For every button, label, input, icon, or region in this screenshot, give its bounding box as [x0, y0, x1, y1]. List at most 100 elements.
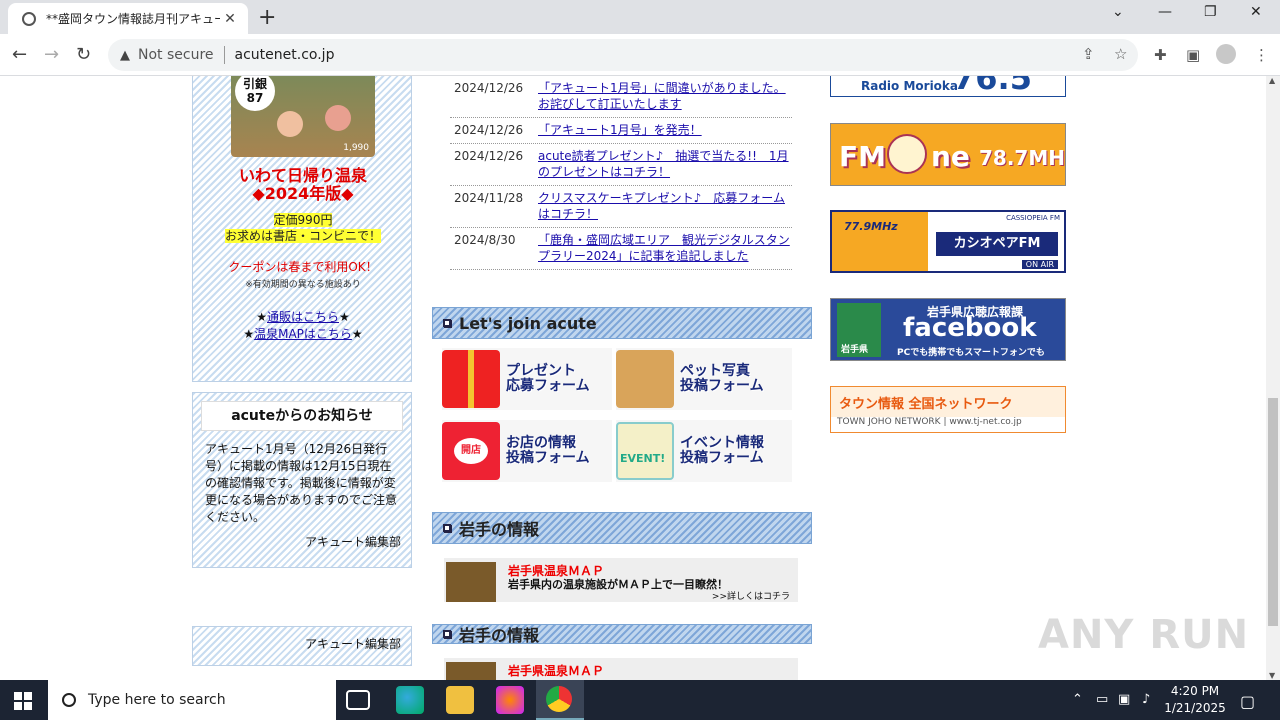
- network-icon[interactable]: ▣: [1118, 692, 1130, 707]
- form-label: お店の情報: [506, 435, 576, 451]
- windows-start-icon[interactable]: [14, 692, 32, 710]
- section-title: 岩手の情報: [459, 520, 540, 539]
- shop-info-form-button[interactable]: 開店 お店の情報 投稿フォーム: [442, 420, 612, 482]
- magazine-cover-image[interactable]: 引銀 87 1,990: [231, 76, 375, 157]
- back-arrow-icon[interactable]: ←: [12, 44, 27, 65]
- form-label: 応募フォーム: [506, 378, 590, 394]
- close-window-button[interactable]: ✕: [1250, 4, 1262, 20]
- news-date: 2024/11/28: [454, 191, 524, 205]
- edge-browser-icon[interactable]: [396, 686, 424, 714]
- browser-tab[interactable]: **盛岡タウン情報誌月刊アキュート** ✕: [8, 3, 248, 34]
- news-date: 2024/12/26: [454, 81, 524, 95]
- iwate-facebook-banner[interactable]: 岩手県 岩手県広聴広報課 facebook PCでも携帯でもスマートフォンでも: [830, 298, 1066, 361]
- profile-avatar[interactable]: [1216, 44, 1236, 64]
- pet-photo-form-button[interactable]: ペット写真 投稿フォーム: [616, 348, 792, 410]
- url-text[interactable]: acutenet.co.jp: [235, 47, 335, 63]
- tray-device-icon[interactable]: ▭: [1096, 692, 1108, 707]
- icon-text: EVENT!: [620, 452, 666, 465]
- section-header-join: Let's join acute: [432, 307, 812, 339]
- form-label: イベント情報: [680, 435, 764, 451]
- present-form-button[interactable]: プレゼント 応募フォーム: [442, 348, 612, 410]
- taskbar-search-box[interactable]: Type here to search: [48, 680, 336, 720]
- star-icon: ★: [339, 310, 350, 324]
- onsen-map-link[interactable]: 温泉MAPはこちら: [254, 327, 352, 341]
- news-link[interactable]: 「アキュート1月号」を発売！: [538, 122, 702, 138]
- scrollbar-thumb[interactable]: [1268, 398, 1278, 626]
- section-title: 岩手の情報: [459, 626, 540, 644]
- system-clock[interactable]: 4:20 PM 1/21/2025: [1164, 683, 1226, 717]
- onsen-banner-subtitle: 岩手県内の温泉施設がＭＡＰ上で一目瞭然！: [508, 578, 728, 591]
- security-label[interactable]: Not secure: [138, 47, 214, 63]
- square-bullet-icon: [443, 319, 451, 327]
- side-panel-icon[interactable]: ▣: [1186, 46, 1200, 64]
- fmone-fm: FM: [839, 140, 886, 173]
- radio-frequency: 76.5: [953, 76, 1032, 97]
- new-tab-button[interactable]: +: [258, 5, 276, 30]
- shop-opening-icon: 開店: [442, 422, 500, 480]
- cassiopeia-name: カシオペアFM: [936, 232, 1058, 256]
- share-icon[interactable]: ⇪: [1082, 45, 1095, 63]
- task-view-icon[interactable]: [346, 690, 370, 710]
- tj-subtitle: TOWN JOHO NETWORK | www.tj-net.co.jp: [837, 417, 1022, 427]
- search-placeholder: Type here to search: [88, 692, 226, 708]
- tray-chevron-icon[interactable]: ⌃: [1072, 692, 1083, 707]
- browser-toolbar: ← → ↻ ▲ Not secure acutenet.co.jp ⇪ ☆ ✚ …: [0, 34, 1280, 76]
- news-item: 2024/12/26 acute読者プレゼント♪ 抽選で当たる!! 1月のプレゼ…: [450, 144, 792, 186]
- promo-buy-info: お求めは書店・コンビニで！: [224, 229, 381, 243]
- onsen-map-banner-fragment: 岩手県温泉ＭＡＰ: [444, 658, 798, 680]
- volume-icon[interactable]: ♪: [1142, 692, 1150, 707]
- form-label: プレゼント: [506, 363, 576, 379]
- tab-close-icon[interactable]: ✕: [220, 11, 240, 27]
- search-icon: [62, 693, 76, 707]
- firefox-icon[interactable]: [496, 686, 524, 714]
- menu-kebab-icon[interactable]: ⋮: [1254, 46, 1269, 64]
- clock-date: 1/21/2025: [1164, 701, 1226, 715]
- fm-one-banner[interactable]: FM ne 78.7MHz: [830, 123, 1066, 186]
- news-item: 2024/11/28 クリスマスケーキプレゼント♪ 応募フォームはコチラ！: [450, 186, 792, 228]
- vertical-scrollbar[interactable]: ▲ ▼: [1266, 76, 1280, 680]
- notifications-icon[interactable]: ▢: [1240, 692, 1255, 711]
- file-explorer-icon[interactable]: [446, 686, 474, 714]
- news-link[interactable]: 「鹿角・盛岡広域エリア 観光デジタルスタンプラリー2024」に記事を追記しました: [538, 232, 792, 264]
- star-icon: ★: [243, 327, 255, 341]
- star-icon: ★: [351, 327, 363, 341]
- cassiopeia-fm-banner[interactable]: 77.9MHz CASSIOPEIA FM カシオペアFM ON AIR: [830, 210, 1066, 273]
- omnibox-separator: [223, 46, 225, 64]
- scroll-down-arrow-icon[interactable]: ▼: [1269, 671, 1275, 680]
- bookmark-star-icon[interactable]: ☆: [1114, 45, 1127, 63]
- warning-triangle-icon[interactable]: ▲: [120, 48, 130, 63]
- news-link[interactable]: 「アキュート1月号」に間違いがありました。お詫びして訂正いたします: [538, 80, 792, 112]
- section-header-iwate-fragment: 岩手の情報: [432, 624, 812, 644]
- reload-icon[interactable]: ↻: [76, 44, 91, 65]
- event-info-form-button[interactable]: EVENT! イベント情報 投稿フォーム: [616, 420, 792, 482]
- news-date: 2024/12/26: [454, 123, 524, 137]
- chrome-taskbar-button[interactable]: [536, 680, 584, 720]
- fb-brand: facebook: [903, 313, 1037, 343]
- news-link[interactable]: acute読者プレゼント♪ 抽選で当たる!! 1月のプレゼントはコチラ！: [538, 148, 792, 180]
- promo-subtitle: ◆2024年版◆: [252, 184, 354, 203]
- news-link[interactable]: クリスマスケーキプレゼント♪ 応募フォームはコチラ！: [538, 190, 792, 222]
- forward-arrow-icon[interactable]: →: [44, 44, 59, 65]
- onsen-thumbnail: [446, 662, 496, 680]
- tab-search-icon[interactable]: ⌄: [1112, 4, 1124, 20]
- on-air-badge: ON AIR: [1021, 260, 1058, 269]
- cover-figure: [325, 105, 351, 131]
- cover-badge: 引銀 87: [235, 76, 275, 111]
- notice-title: acuteからのお知らせ: [201, 401, 403, 431]
- radio-morioka-banner[interactable]: Radio Morioka 76.5: [830, 76, 1066, 97]
- mascot-icon: [887, 134, 927, 174]
- town-joho-network-banner[interactable]: タウン情報 全国ネットワーク TOWN JOHO NETWORK | www.t…: [830, 386, 1066, 433]
- news-list: 2024/12/26 「アキュート1月号」に間違いがありました。お詫びして訂正い…: [450, 76, 792, 270]
- address-bar[interactable]: ▲ Not secure acutenet.co.jp ⇪ ☆: [108, 39, 1138, 71]
- cassiopeia-caption: CASSIOPEIA FM: [1006, 214, 1060, 222]
- square-bullet-icon: [443, 524, 451, 532]
- news-item: 2024/12/26 「アキュート1月号」を発売！: [450, 118, 792, 144]
- extensions-puzzle-icon[interactable]: ✚: [1154, 46, 1167, 64]
- restore-button[interactable]: ❐: [1204, 4, 1217, 20]
- news-date: 2024/12/26: [454, 149, 524, 163]
- mail-order-link[interactable]: 通販はこちら: [267, 310, 339, 324]
- scroll-up-arrow-icon[interactable]: ▲: [1269, 76, 1275, 85]
- onsen-banner-more: >>詳しくはコチラ: [711, 592, 790, 602]
- onsen-map-banner[interactable]: 岩手県温泉ＭＡＰ 岩手県内の温泉施設がＭＡＰ上で一目瞭然！ >>詳しくはコチラ: [444, 558, 798, 602]
- minimize-button[interactable]: —: [1158, 4, 1172, 20]
